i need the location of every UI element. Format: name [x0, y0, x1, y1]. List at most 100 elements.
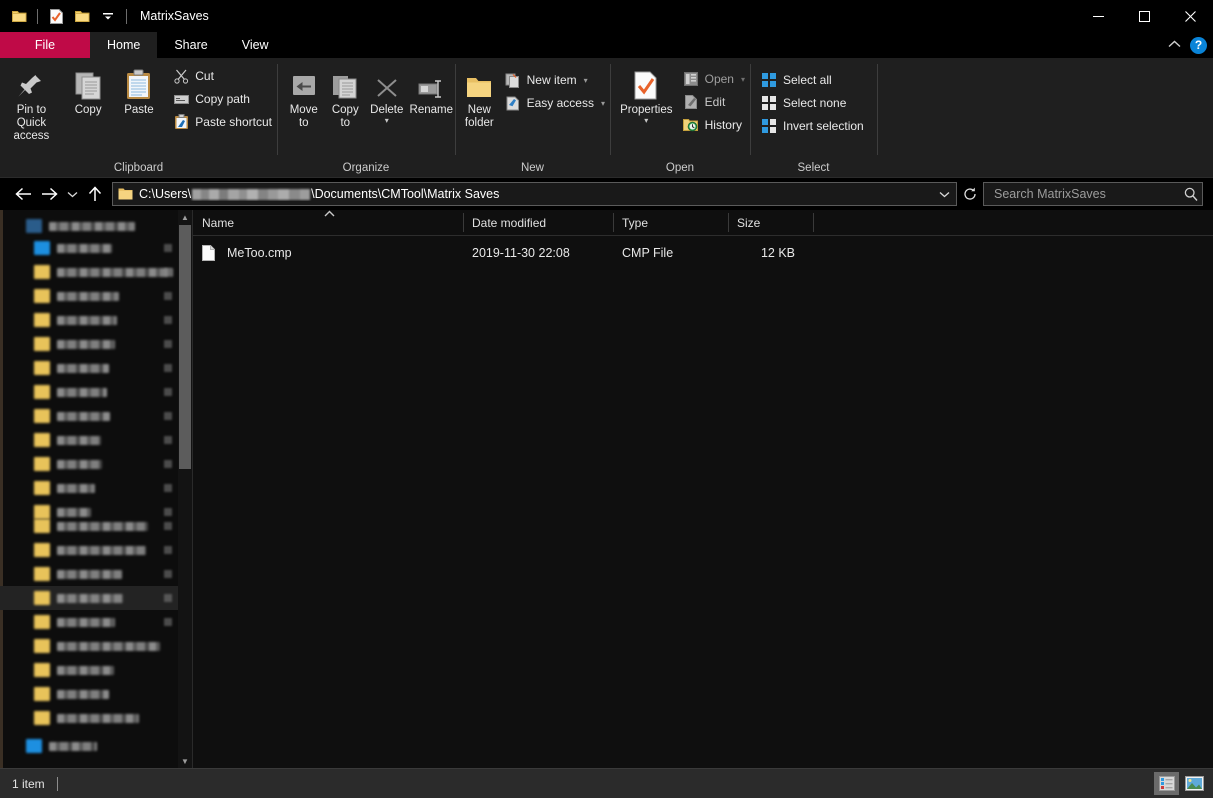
nav-item-expand-icon[interactable]	[164, 594, 172, 602]
tab-file[interactable]: File	[0, 32, 90, 58]
file-list-body[interactable]: MeToo.cmp 2019-11-30 22:08 CMP File 12 K…	[193, 236, 1213, 768]
nav-item-21[interactable]	[0, 706, 178, 730]
nav-item-expand-icon[interactable]	[164, 436, 172, 444]
delete-button[interactable]: Delete ▾	[366, 63, 408, 125]
nav-item-expand-icon[interactable]	[164, 244, 172, 252]
copy-to-button[interactable]: Copy to	[325, 63, 367, 130]
table-row[interactable]: MeToo.cmp 2019-11-30 22:08 CMP File 12 K…	[193, 241, 1213, 265]
nav-item-expand-icon[interactable]	[164, 618, 172, 626]
pin-to-quick-access-button[interactable]: Pin to Quick access	[0, 63, 63, 143]
move-to-button[interactable]: Move to	[283, 63, 325, 130]
cut-button[interactable]: Cut	[170, 65, 277, 87]
file-list-pane[interactable]: Name Date modified Type Size MeToo.cmp 2…	[193, 210, 1213, 768]
nav-scroll-down-icon[interactable]: ▼	[178, 754, 192, 768]
nav-item-expand-icon[interactable]	[164, 570, 172, 578]
back-button[interactable]	[10, 181, 36, 207]
select-all-button[interactable]: Select all	[758, 69, 869, 91]
nav-item-3[interactable]	[0, 284, 178, 308]
history-button[interactable]: History	[680, 114, 750, 136]
minimize-button[interactable]	[1075, 0, 1121, 32]
column-header-size[interactable]: Size	[728, 210, 813, 235]
tab-share[interactable]: Share	[157, 32, 224, 58]
search-icon[interactable]	[1184, 187, 1198, 201]
nav-item-expand-icon[interactable]	[164, 522, 172, 530]
nav-item-expand-icon[interactable]	[164, 292, 172, 300]
qat-dropdown-icon[interactable]	[97, 5, 119, 27]
nav-item-expand-icon[interactable]	[164, 460, 172, 468]
refresh-button[interactable]	[959, 183, 981, 205]
search-box[interactable]	[983, 182, 1203, 206]
nav-tree[interactable]	[0, 210, 178, 768]
nav-item-15[interactable]	[0, 562, 178, 586]
nav-item-expand-icon[interactable]	[164, 546, 172, 554]
close-button[interactable]	[1167, 0, 1213, 32]
column-header-type[interactable]: Type	[613, 210, 728, 235]
new-item-caret-icon[interactable]: ▾	[584, 76, 588, 85]
new-folder-button[interactable]: New folder	[461, 63, 498, 130]
nav-item-expand-icon[interactable]	[164, 316, 172, 324]
chevron-up-icon[interactable]	[1168, 38, 1181, 52]
tab-view[interactable]: View	[225, 32, 286, 58]
nav-item-18[interactable]	[0, 634, 178, 658]
delete-caret-icon[interactable]: ▾	[385, 117, 389, 125]
nav-scroll-up-icon[interactable]: ▲	[178, 210, 192, 224]
nav-item-expand-icon[interactable]	[164, 340, 172, 348]
nav-item-expand-icon[interactable]	[164, 412, 172, 420]
nav-item-13[interactable]	[0, 514, 178, 538]
new-item-button[interactable]: New item ▾	[502, 69, 610, 91]
nav-item-7[interactable]	[0, 380, 178, 404]
navigation-pane[interactable]: ▲ ▼	[0, 210, 193, 768]
help-button[interactable]: ?	[1190, 36, 1207, 54]
edit-button[interactable]: Edit	[680, 91, 750, 113]
nav-item-9[interactable]	[0, 428, 178, 452]
nav-item-22[interactable]	[0, 734, 178, 758]
easy-access-caret-icon[interactable]: ▾	[601, 99, 605, 108]
nav-item-17[interactable]	[0, 610, 178, 634]
new-folder-icon[interactable]	[71, 5, 93, 27]
search-input[interactable]	[992, 186, 1184, 202]
open-button[interactable]: Open ▾	[680, 68, 750, 90]
recent-locations-button[interactable]	[62, 181, 82, 207]
properties-icon[interactable]	[45, 5, 67, 27]
paste-button[interactable]: Paste	[114, 63, 165, 117]
invert-selection-button[interactable]: Invert selection	[758, 115, 869, 137]
address-dropdown-icon[interactable]	[934, 184, 954, 204]
forward-button[interactable]	[36, 181, 62, 207]
nav-item-16[interactable]	[0, 586, 178, 610]
nav-item-20[interactable]	[0, 682, 178, 706]
tab-home[interactable]: Home	[90, 32, 158, 58]
nav-item-6[interactable]	[0, 356, 178, 380]
rename-button[interactable]: Rename	[408, 63, 455, 117]
maximize-button[interactable]	[1121, 0, 1167, 32]
nav-item-expand-icon[interactable]	[164, 364, 172, 372]
copy-button[interactable]: Copy	[63, 63, 114, 117]
nav-item-14[interactable]	[0, 538, 178, 562]
copy-path-button[interactable]: Copy path	[170, 88, 277, 110]
select-none-button[interactable]: Select none	[758, 92, 869, 114]
properties-button[interactable]: Properties ▾	[615, 63, 678, 125]
address-input[interactable]: C:\Users\ \Documents\CMTool\Matrix Saves	[112, 182, 957, 206]
folder-icon[interactable]	[8, 5, 30, 27]
nav-scrollbar[interactable]: ▲ ▼	[178, 210, 192, 768]
nav-scrollbar-thumb[interactable]	[179, 225, 191, 469]
easy-access-button[interactable]: Easy access ▾	[502, 92, 610, 114]
up-button[interactable]	[82, 181, 108, 207]
nav-item-4[interactable]	[0, 308, 178, 332]
nav-item-1[interactable]	[0, 236, 178, 260]
nav-item-expand-icon[interactable]	[164, 388, 172, 396]
nav-item-0[interactable]	[0, 214, 178, 238]
nav-item-10[interactable]	[0, 452, 178, 476]
details-view-button[interactable]	[1154, 772, 1179, 795]
column-header-date-modified[interactable]: Date modified	[463, 210, 613, 235]
nav-item-expand-icon[interactable]	[164, 268, 172, 276]
nav-item-11[interactable]	[0, 476, 178, 500]
properties-caret-icon[interactable]: ▾	[644, 117, 648, 125]
nav-item-8[interactable]	[0, 404, 178, 428]
large-icons-view-button[interactable]	[1182, 772, 1207, 795]
nav-item-5[interactable]	[0, 332, 178, 356]
paste-shortcut-button[interactable]: Paste shortcut	[170, 111, 277, 133]
cell-name[interactable]: MeToo.cmp	[193, 245, 463, 261]
nav-item-expand-icon[interactable]	[164, 484, 172, 492]
nav-item-2[interactable]	[0, 260, 178, 284]
nav-item-19[interactable]	[0, 658, 178, 682]
